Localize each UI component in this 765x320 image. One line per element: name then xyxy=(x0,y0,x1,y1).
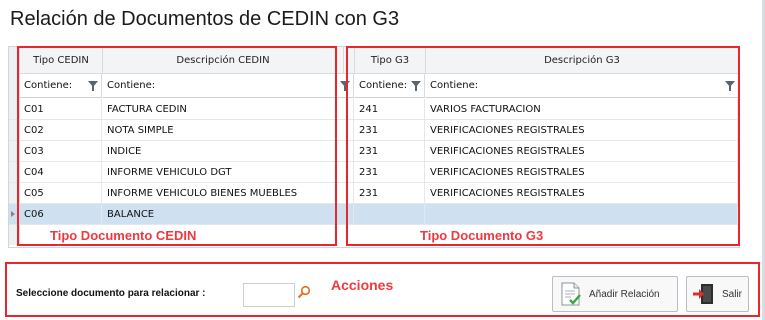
add-relation-label: Añadir Relación xyxy=(589,288,660,300)
cedin-annotation-box xyxy=(17,46,337,246)
select-document-label: Seleccione documento para relacionar : xyxy=(16,288,206,299)
exit-door-icon xyxy=(692,282,716,306)
page-title: Relación de Documentos de CEDIN con G3 xyxy=(10,8,400,30)
document-input[interactable] xyxy=(243,283,295,307)
actions-annotation-label: Acciones xyxy=(331,277,394,293)
cedin-annotation-label: Tipo Documento CEDIN xyxy=(50,228,197,243)
exit-label: Salir xyxy=(722,288,743,300)
row-indicator-icon xyxy=(11,211,15,217)
search-icon[interactable] xyxy=(297,285,311,299)
add-relation-button[interactable]: Añadir Relación xyxy=(552,276,678,312)
g3-annotation-box xyxy=(346,46,740,246)
add-document-icon xyxy=(559,281,583,307)
g3-annotation-label: Tipo Documento G3 xyxy=(420,228,544,243)
exit-button[interactable]: Salir xyxy=(686,276,749,312)
